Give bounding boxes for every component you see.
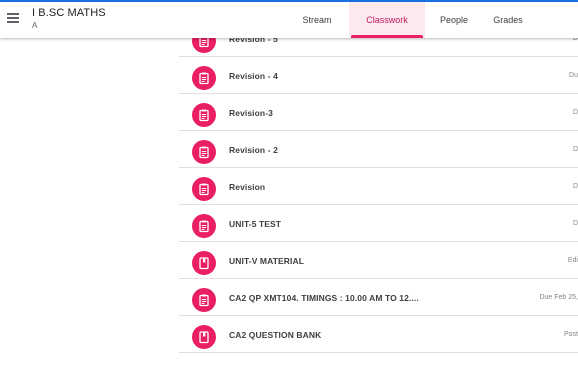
classwork-item-meta: Edi bbox=[567, 257, 578, 264]
classwork-item-meta: Post bbox=[563, 331, 578, 338]
class-section: A bbox=[32, 21, 38, 30]
classwork-item[interactable]: Revision - 4 Du bbox=[179, 57, 578, 94]
class-title[interactable]: I B.SC MATHS bbox=[32, 7, 106, 19]
tab-people[interactable]: People bbox=[430, 2, 478, 38]
classwork-item-title: UNIT-V MATERIAL bbox=[229, 256, 305, 266]
tab-label: Classwork bbox=[366, 15, 408, 25]
tab-label: Stream bbox=[302, 15, 332, 25]
classwork-item[interactable]: Revision-3 D bbox=[179, 94, 578, 131]
assignment-icon bbox=[192, 103, 216, 127]
classwork-item-meta: Due Feb 25, bbox=[539, 294, 578, 301]
classwork-item-meta: D bbox=[572, 109, 578, 116]
classwork-item[interactable]: Revision - 2 D bbox=[179, 131, 578, 168]
classwork-item-meta: D bbox=[572, 220, 578, 227]
assignment-icon bbox=[192, 140, 216, 164]
material-icon bbox=[192, 325, 216, 349]
classwork-item-meta: D bbox=[572, 183, 578, 190]
tab-label: People bbox=[439, 15, 469, 25]
classwork-item[interactable]: Revision D bbox=[179, 168, 578, 205]
classwork-item[interactable]: CA2 QP XMT104. TIMINGS : 10.00 AM TO 12.… bbox=[179, 279, 578, 316]
classwork-item[interactable]: UNIT-5 TEST D bbox=[179, 205, 578, 242]
hamburger-menu-icon[interactable] bbox=[6, 11, 20, 25]
classwork-item[interactable]: UNIT-V MATERIAL Edi bbox=[179, 242, 578, 279]
assignment-icon bbox=[192, 66, 216, 90]
classwork-item-title: CA2 QP XMT104. TIMINGS : 10.00 AM TO 12.… bbox=[229, 293, 419, 303]
classwork-item[interactable]: CA2 QUESTION BANK Post bbox=[179, 316, 578, 353]
tab-stream[interactable]: Stream bbox=[290, 2, 344, 38]
classwork-item-meta: D bbox=[572, 146, 578, 153]
classwork-item-title: Revision - 4 bbox=[229, 71, 278, 81]
material-icon bbox=[192, 251, 216, 275]
classroom-header: I B.SC MATHS A Stream Classwork People G… bbox=[0, 2, 578, 38]
assignment-icon bbox=[192, 214, 216, 238]
classwork-item-title: Revision bbox=[229, 182, 266, 192]
classwork-item-title: UNIT-5 TEST bbox=[229, 219, 282, 229]
tab-label: Grades bbox=[493, 15, 523, 25]
tab-classwork[interactable]: Classwork bbox=[349, 2, 425, 38]
classwork-item-meta: Du bbox=[569, 72, 578, 79]
classwork-item-title: Revision - 2 bbox=[229, 145, 278, 155]
tab-grades[interactable]: Grades bbox=[484, 2, 532, 38]
assignment-icon bbox=[192, 288, 216, 312]
classwork-item-title: Revision-3 bbox=[229, 108, 273, 118]
assignment-icon bbox=[192, 177, 216, 201]
classwork-item-title: CA2 QUESTION BANK bbox=[229, 330, 322, 340]
